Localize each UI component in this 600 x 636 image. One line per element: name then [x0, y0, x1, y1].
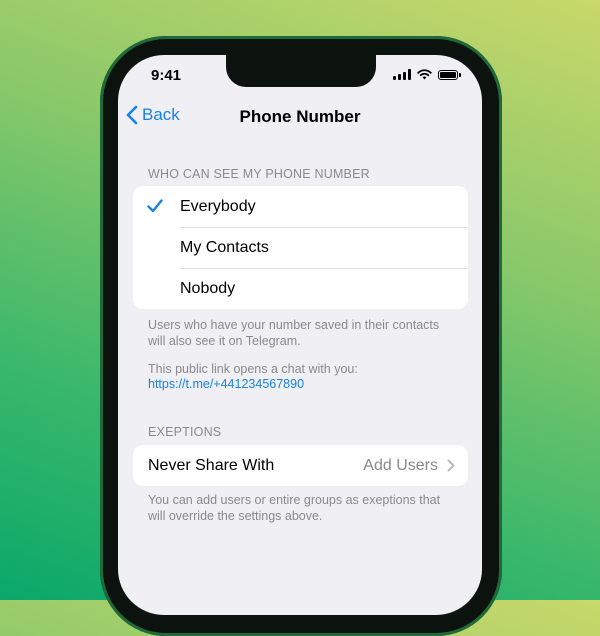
visibility-section-header: WHO CAN SEE MY PHONE NUMBER	[148, 167, 370, 181]
visibility-footer: Users who have your number saved in thei…	[148, 318, 458, 349]
exceptions-group: Never Share With Add Users	[133, 445, 468, 486]
status-time: 9:41	[151, 67, 182, 84]
phone-screen: 9:41 Back Phone Number WHO CAN SEE MY PH…	[118, 55, 482, 615]
option-label: Everybody	[180, 197, 256, 215]
never-share-with-label: Never Share With	[148, 456, 275, 474]
option-label: Nobody	[180, 279, 236, 297]
visibility-footer-line2: will also see it on Telegram.	[148, 333, 301, 348]
add-users-value: Add Users	[363, 456, 438, 474]
checkmark-icon	[147, 199, 163, 213]
option-everybody[interactable]: Everybody	[133, 186, 468, 227]
option-nobody[interactable]: Nobody	[133, 268, 468, 309]
option-label: My Contacts	[180, 238, 269, 256]
link-caption: This public link opens a chat with you:	[148, 362, 358, 376]
notch	[226, 55, 376, 87]
cellular-signal-icon	[393, 69, 411, 80]
page-title: Phone Number	[239, 107, 361, 126]
public-link[interactable]: https://t.me/+441234567890	[148, 377, 304, 391]
exceptions-footer-line2: will override the settings above.	[148, 508, 323, 523]
navigation-bar: Back Phone Number	[118, 105, 482, 129]
exceptions-footer-line1: You can add users or entire groups as ex…	[148, 493, 441, 507]
exceptions-section-header: EXEPTIONS	[148, 425, 222, 439]
option-my-contacts[interactable]: My Contacts	[133, 227, 468, 268]
exceptions-footer: You can add users or entire groups as ex…	[148, 493, 458, 524]
wifi-icon	[417, 69, 432, 80]
never-share-with-row[interactable]: Never Share With Add Users	[133, 445, 468, 486]
battery-icon	[438, 69, 461, 80]
chevron-right-icon	[447, 459, 455, 472]
visibility-options-group: Everybody My Contacts Nobody	[133, 186, 468, 309]
status-icons	[393, 69, 461, 80]
visibility-footer-line1: Users who have your number saved in thei…	[148, 318, 440, 332]
